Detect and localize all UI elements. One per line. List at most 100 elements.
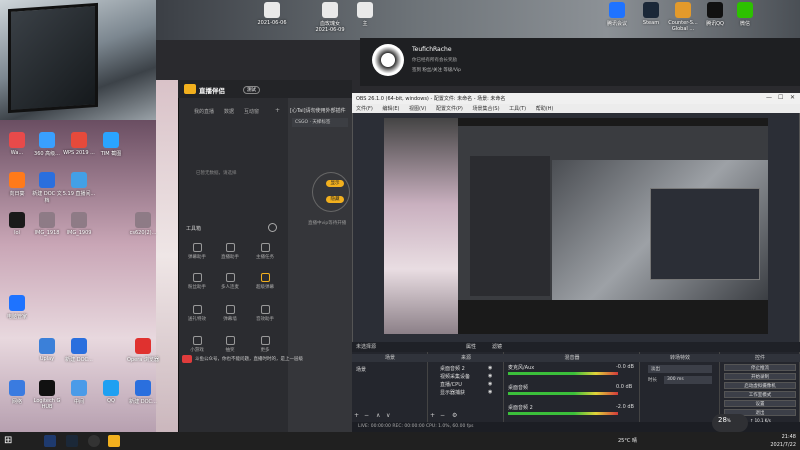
tool-danmu-wall[interactable]: 弹幕墙 <box>217 305 243 322</box>
volume-meter <box>508 392 618 395</box>
taskbar-steam-icon[interactable] <box>66 435 78 447</box>
csgo-icon <box>675 2 691 18</box>
duration-input[interactable]: 300 ms <box>664 376 712 384</box>
move-up-icon[interactable]: ∧ <box>376 412 380 419</box>
tool-fans[interactable]: 粉丝助手 <box>184 273 210 290</box>
network-icon <box>9 380 25 396</box>
obs-menu-bar: 文件(F) 编辑(E) 视图(V) 配置文件(P) 场景集合(S) 工具(T) … <box>352 104 800 113</box>
desktop-icon-9[interactable]: IMG_1918 <box>30 212 64 236</box>
source-item[interactable]: 显示器捕获 <box>440 389 465 396</box>
tool-super-danmu[interactable]: 超级弹幕 <box>252 273 278 290</box>
source-settings-icon[interactable]: ⚙ <box>452 412 457 419</box>
desktop-icon-20[interactable]: Opera 浏览器 <box>126 338 160 363</box>
desktop-icon-11[interactable]: cs620(2)... <box>126 212 160 236</box>
taskbar-app-icon[interactable] <box>44 435 56 447</box>
visibility-eye-icon[interactable]: ◉ <box>488 365 492 371</box>
mixer-dock-title: 混音器 <box>504 354 640 362</box>
menu-view[interactable]: 视图(V) <box>409 106 426 112</box>
menu-scene-collection[interactable]: 场景集合(S) <box>472 106 499 112</box>
tool-tasks[interactable]: 主播任务 <box>252 243 278 260</box>
desktop-icon-1[interactable]: Wa... <box>0 132 34 156</box>
app-icon <box>9 132 25 148</box>
tab-interact[interactable]: 互动窗 <box>244 108 259 115</box>
settings-icon[interactable] <box>268 223 277 232</box>
desktop-icon-17[interactable]: 中间 <box>62 380 96 405</box>
add-source-icon[interactable]: + <box>430 412 435 419</box>
desktop-icon-main[interactable]: 主 <box>348 2 382 27</box>
studio-mode-button[interactable]: 工作室模式 <box>724 391 796 398</box>
desktop-icon-2[interactable]: 360 高级... <box>30 132 64 157</box>
desktop-icon-16[interactable]: Logitech G HUB <box>30 380 64 410</box>
add-scene-icon[interactable]: + <box>354 412 359 419</box>
menu-tools[interactable]: 工具(T) <box>509 106 526 112</box>
network-speed-widget[interactable]: 28% <box>712 414 748 432</box>
desktop-icon-csgo[interactable]: Counter-S... Global ... <box>666 2 700 32</box>
tool-multi-mic[interactable]: 多人连麦 <box>217 273 243 290</box>
source-item[interactable]: 直播/CPU <box>440 381 462 388</box>
desktop-icon-19[interactable]: 新建 DOC... <box>126 380 160 405</box>
source-item[interactable]: 桌面音频 2 <box>440 365 465 372</box>
desktop-icon-3[interactable]: WPS 2019 ... <box>62 132 96 156</box>
tab-data[interactable]: 数据 <box>224 108 234 115</box>
desktop-icon-wechat[interactable]: 微信 <box>728 2 762 27</box>
desktop-icon-qq[interactable]: 腾讯QQ <box>698 2 732 27</box>
scene-item[interactable]: 场景 <box>356 366 366 373</box>
remove-scene-icon[interactable]: − <box>364 412 369 419</box>
menu-file[interactable]: 文件(F) <box>356 106 373 112</box>
tool-gift-fx[interactable]: 送礼特效 <box>184 305 210 322</box>
tool-minigame[interactable]: 小游戏 <box>184 336 210 353</box>
transition-select[interactable]: 淡出 <box>648 365 712 373</box>
desktop-icon-8[interactable]: lol <box>0 212 34 236</box>
sources-dock-title: 来源 <box>428 354 504 362</box>
properties-button[interactable]: 属性 <box>466 343 476 350</box>
game-tag[interactable]: CSGO · 天梯标签 <box>292 118 348 127</box>
desktop-icon-13[interactable]: Uplay <box>30 338 64 362</box>
start-recording-button[interactable]: 开始录制 <box>724 373 796 380</box>
visibility-eye-icon[interactable]: ◉ <box>488 389 492 395</box>
menu-help[interactable]: 帮助(H) <box>536 106 554 112</box>
tool-lottery[interactable]: 抽奖 <box>217 336 243 353</box>
visibility-eye-icon[interactable]: ◉ <box>488 381 492 387</box>
stop-streaming-button[interactable]: 停止推流 <box>724 364 796 371</box>
virtual-camera-button[interactable]: 启动虚拟摄像机 <box>724 382 796 389</box>
menu-profile[interactable]: 配置文件(P) <box>436 106 463 112</box>
desktop-icon-10[interactable]: IMG_1909 <box>62 212 96 236</box>
visibility-eye-icon[interactable]: ◉ <box>488 373 492 379</box>
weather-widget[interactable]: 25°C 晴 <box>618 437 637 444</box>
taskbar-obs-icon[interactable] <box>88 435 100 447</box>
source-item[interactable]: 视频采集设备 <box>440 373 470 380</box>
desktop-icon-6[interactable]: 新建 DOC 文档 <box>30 172 64 204</box>
desktop-icon-12[interactable]: 电脑管家 <box>0 295 34 320</box>
close-icon[interactable]: ✕ <box>790 94 795 101</box>
remove-source-icon[interactable]: − <box>440 412 445 419</box>
minimize-icon[interactable]: — <box>766 94 772 101</box>
desktop-icon-tencent-meeting[interactable]: 腾讯会议 <box>600 2 634 27</box>
desktop-icon-steam[interactable]: Steam <box>634 2 668 26</box>
document-icon <box>71 338 87 354</box>
desktop-icon-folder-0606[interactable]: 2021-06-06 <box>255 2 289 26</box>
desktop-icon-15[interactable]: 网络 <box>0 380 34 405</box>
maximize-icon[interactable]: ☐ <box>778 94 783 101</box>
hide-button[interactable]: 隐藏 <box>326 196 344 203</box>
tool-more[interactable]: 更多 <box>252 336 278 353</box>
menu-edit[interactable]: 编辑(E) <box>382 106 399 112</box>
avatar[interactable] <box>372 44 404 76</box>
tab-my-live[interactable]: 我的直播 <box>194 108 214 115</box>
show-button[interactable]: 显示 <box>326 180 344 187</box>
desktop-icon-7[interactable]: 5.19 直播间... <box>62 172 96 197</box>
filters-button[interactable]: 滤镜 <box>492 343 502 350</box>
taskbar-clock[interactable]: 21:48 2021/7/22 <box>748 433 796 449</box>
move-down-icon[interactable]: ∨ <box>386 412 390 419</box>
desktop-icon-5[interactable]: 向日葵 <box>0 172 34 197</box>
desktop-icon-folder-0609[interactable]: 血玫瑰女 2021-06-09 <box>313 2 347 33</box>
add-icon[interactable]: + <box>275 107 280 114</box>
desktop-icon-4[interactable]: TIM 截图 <box>94 132 128 157</box>
tool-live-helper[interactable]: 直播助手 <box>217 243 243 260</box>
desktop-icon-18[interactable]: QQ <box>94 380 128 404</box>
tool-sound[interactable]: 音效助手 <box>252 305 278 322</box>
tool-danmu[interactable]: 弹幕助手 <box>184 243 210 260</box>
taskbar-assistant-icon[interactable] <box>108 435 120 447</box>
desktop-icon-14[interactable]: 新建 DOC... <box>62 338 96 363</box>
start-windows-icon[interactable]: ⊞ <box>4 435 16 447</box>
settings-button[interactable]: 设置 <box>724 400 796 407</box>
